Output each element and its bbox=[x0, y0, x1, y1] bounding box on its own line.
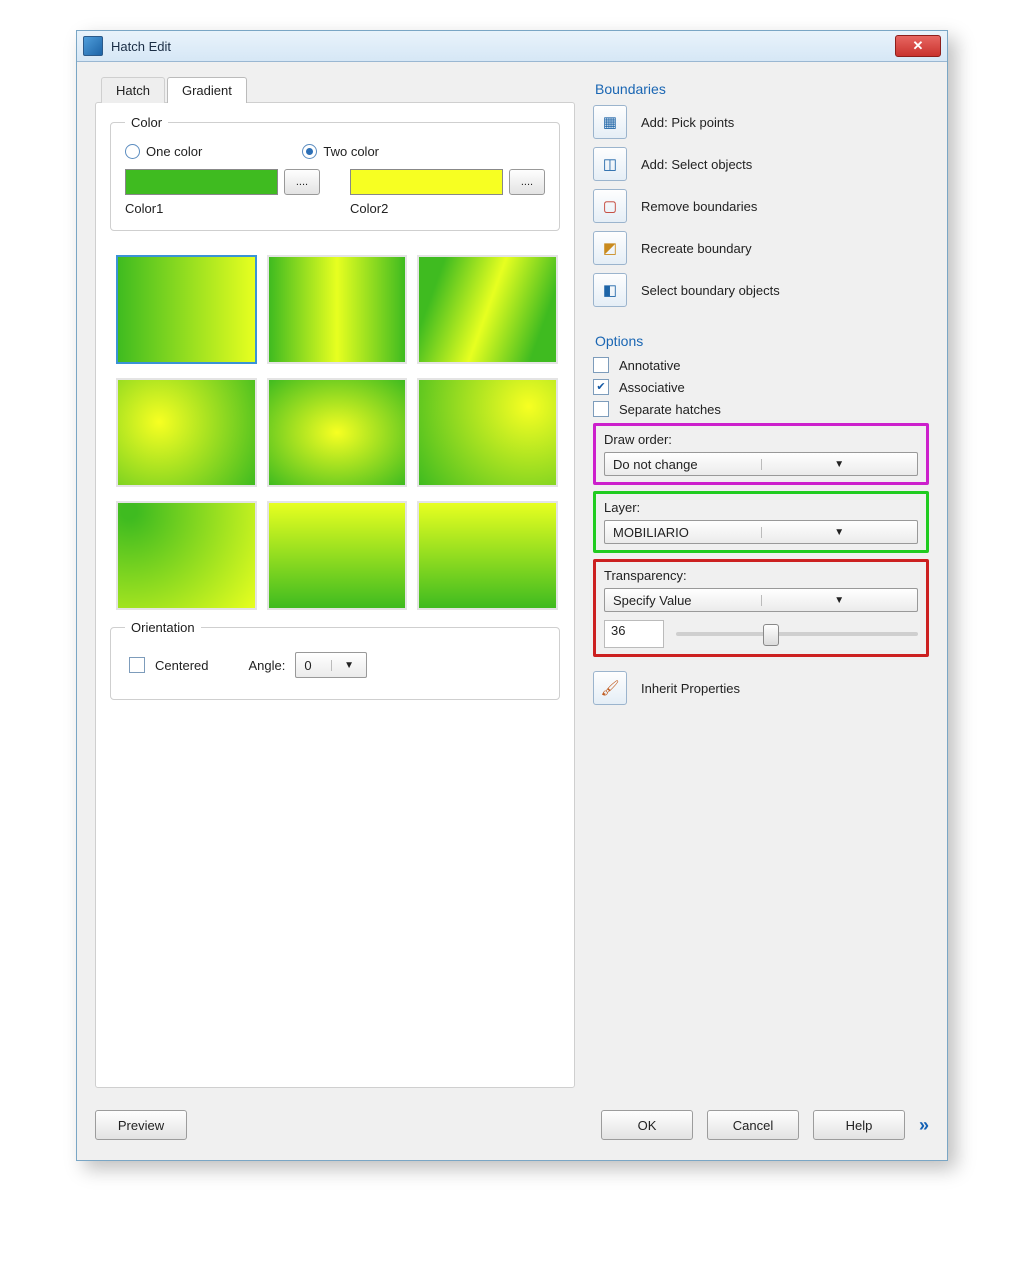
gradient-preset-9[interactable] bbox=[417, 501, 558, 610]
radio-two-color[interactable]: Two color bbox=[302, 144, 379, 159]
app-icon bbox=[83, 36, 103, 56]
draw-order-value: Do not change bbox=[605, 457, 761, 472]
checkbox-icon bbox=[593, 379, 609, 395]
angle-value: 0 bbox=[296, 658, 331, 673]
select-boundary-objects-label: Select boundary objects bbox=[641, 283, 780, 298]
brush-icon: 🖌 bbox=[593, 671, 627, 705]
color2-swatch[interactable] bbox=[350, 169, 503, 195]
cancel-button[interactable]: Cancel bbox=[707, 1110, 799, 1140]
checkbox-icon bbox=[593, 401, 609, 417]
recreate-boundary-label: Recreate boundary bbox=[641, 241, 752, 256]
layer-combo[interactable]: MOBILIARIO ▼ bbox=[604, 520, 918, 544]
orientation-label: Orientation bbox=[125, 620, 201, 635]
btn-remove-boundaries[interactable]: ▢ Remove boundaries bbox=[593, 189, 929, 223]
window-title: Hatch Edit bbox=[111, 39, 895, 54]
color2-label: Color2 bbox=[350, 201, 545, 216]
remove-icon: ▢ bbox=[593, 189, 627, 223]
transparency-slider[interactable] bbox=[676, 632, 918, 636]
help-button[interactable]: Help bbox=[813, 1110, 905, 1140]
close-icon: ✕ bbox=[913, 38, 924, 54]
separate-hatches-checkbox[interactable]: Separate hatches bbox=[593, 401, 929, 417]
color1-more-button[interactable]: .... bbox=[284, 169, 320, 195]
draw-order-combo[interactable]: Do not change ▼ bbox=[604, 452, 918, 476]
layer-value: MOBILIARIO bbox=[605, 525, 761, 540]
inherit-properties-label: Inherit Properties bbox=[641, 681, 740, 696]
chevron-down-icon: ▼ bbox=[331, 660, 367, 671]
select-objects-label: Add: Select objects bbox=[641, 157, 752, 172]
btn-pick-points[interactable]: ▦ Add: Pick points bbox=[593, 105, 929, 139]
angle-combo[interactable]: 0 ▼ bbox=[295, 652, 367, 678]
transparency-mode-combo[interactable]: Specify Value ▼ bbox=[604, 588, 918, 612]
plus-square-icon: ▦ bbox=[593, 105, 627, 139]
color-group-label: Color bbox=[125, 115, 168, 130]
ok-button[interactable]: OK bbox=[601, 1110, 693, 1140]
color2-more-button[interactable]: .... bbox=[509, 169, 545, 195]
centered-checkbox[interactable]: Centered bbox=[129, 657, 208, 673]
orientation-group: Orientation Centered Angle: 0 ▼ bbox=[110, 620, 560, 700]
btn-recreate-boundary[interactable]: ◩ Recreate boundary bbox=[593, 231, 929, 265]
gradient-preset-2[interactable] bbox=[267, 255, 408, 364]
checkbox-icon bbox=[593, 357, 609, 373]
draw-order-label: Draw order: bbox=[604, 432, 918, 447]
gradient-preset-7[interactable] bbox=[116, 501, 257, 610]
transparency-section: Transparency: Specify Value ▼ 36 bbox=[593, 559, 929, 657]
close-button[interactable]: ✕ bbox=[895, 35, 941, 57]
color-group: Color One color Two color bbox=[110, 115, 560, 231]
btn-select-objects[interactable]: ◫ Add: Select objects bbox=[593, 147, 929, 181]
chevron-down-icon: ▼ bbox=[761, 595, 918, 606]
radio-icon bbox=[125, 144, 140, 159]
preview-button[interactable]: Preview bbox=[95, 1110, 187, 1140]
transparency-value-input[interactable]: 36 bbox=[604, 620, 664, 648]
dialog-footer: Preview OK Cancel Help » bbox=[77, 1098, 947, 1160]
remove-boundaries-label: Remove boundaries bbox=[641, 199, 757, 214]
gradient-presets bbox=[110, 245, 560, 620]
chevron-down-icon: ▼ bbox=[761, 459, 918, 470]
expand-icon[interactable]: » bbox=[919, 1115, 929, 1136]
options-title: Options bbox=[595, 333, 929, 349]
slider-thumb-icon bbox=[763, 624, 779, 646]
transparency-mode-value: Specify Value bbox=[605, 593, 761, 608]
pick-points-label: Add: Pick points bbox=[641, 115, 734, 130]
gradient-preset-3[interactable] bbox=[417, 255, 558, 364]
titlebar: Hatch Edit ✕ bbox=[77, 31, 947, 62]
color1-label: Color1 bbox=[125, 201, 320, 216]
gradient-preset-8[interactable] bbox=[267, 501, 408, 610]
gradient-preset-1[interactable] bbox=[116, 255, 257, 364]
associative-checkbox[interactable]: Associative bbox=[593, 379, 929, 395]
hatch-edit-dialog: Hatch Edit ✕ Hatch Gradient Color One co… bbox=[76, 30, 948, 1161]
associative-label: Associative bbox=[619, 380, 685, 395]
gradient-panel: Color One color Two color bbox=[95, 102, 575, 1088]
draw-order-section: Draw order: Do not change ▼ bbox=[593, 423, 929, 485]
layer-section: Layer: MOBILIARIO ▼ bbox=[593, 491, 929, 553]
color1-swatch[interactable] bbox=[125, 169, 278, 195]
gradient-preset-6[interactable] bbox=[417, 378, 558, 487]
separate-hatches-label: Separate hatches bbox=[619, 402, 721, 417]
boundaries-title: Boundaries bbox=[595, 81, 929, 97]
select-plus-icon: ◫ bbox=[593, 147, 627, 181]
btn-select-boundary-objects[interactable]: ◧ Select boundary objects bbox=[593, 273, 929, 307]
gradient-preset-5[interactable] bbox=[267, 378, 408, 487]
radio-one-label: One color bbox=[146, 144, 202, 159]
layer-label: Layer: bbox=[604, 500, 918, 515]
radio-one-color[interactable]: One color bbox=[125, 144, 202, 159]
gradient-preset-4[interactable] bbox=[116, 378, 257, 487]
checkbox-icon bbox=[129, 657, 145, 673]
centered-label: Centered bbox=[155, 658, 208, 673]
radio-icon bbox=[302, 144, 317, 159]
transparency-label: Transparency: bbox=[604, 568, 918, 583]
annotative-checkbox[interactable]: Annotative bbox=[593, 357, 929, 373]
chevron-down-icon: ▼ bbox=[761, 527, 918, 538]
angle-label: Angle: bbox=[248, 658, 285, 673]
radio-two-label: Two color bbox=[323, 144, 379, 159]
tab-hatch[interactable]: Hatch bbox=[101, 77, 165, 103]
tab-gradient[interactable]: Gradient bbox=[167, 77, 247, 103]
annotative-label: Annotative bbox=[619, 358, 680, 373]
btn-inherit-properties[interactable]: 🖌 Inherit Properties bbox=[593, 671, 929, 705]
recreate-icon: ◩ bbox=[593, 231, 627, 265]
select-boundary-icon: ◧ bbox=[593, 273, 627, 307]
tabs: Hatch Gradient bbox=[101, 77, 575, 103]
